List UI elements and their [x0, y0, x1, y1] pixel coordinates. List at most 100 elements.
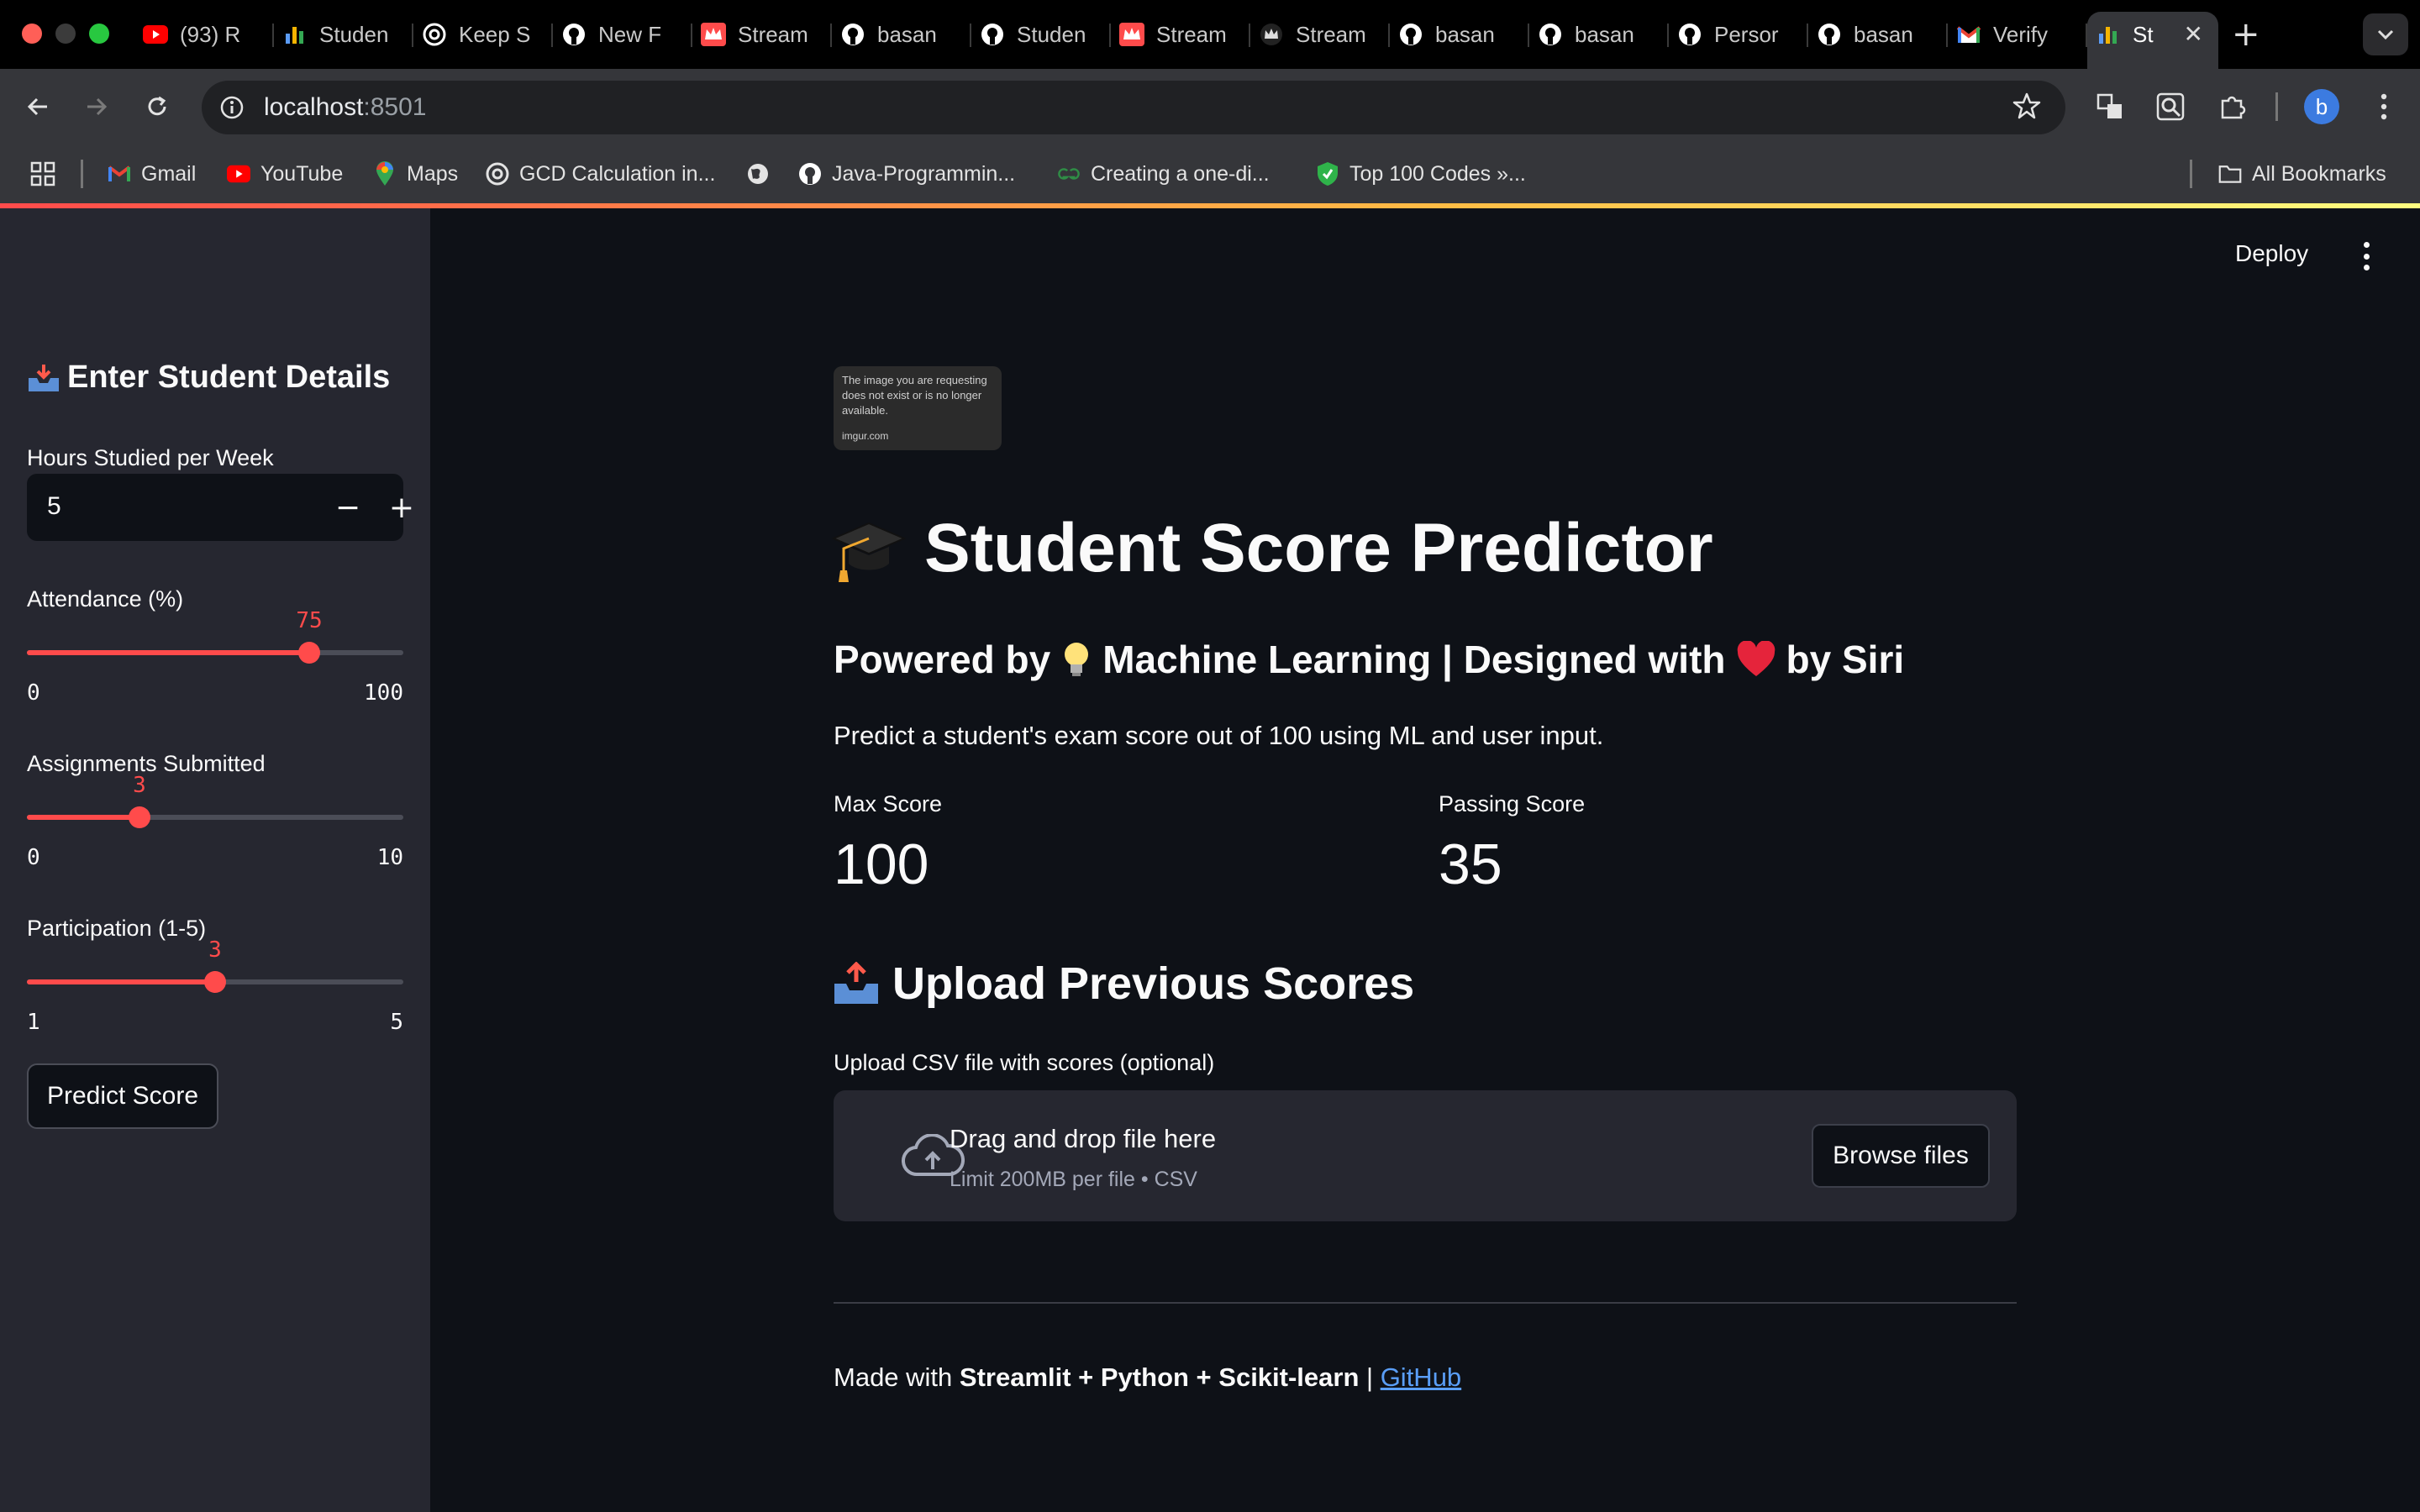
browser-tab[interactable]: Studen [274, 12, 413, 57]
browser-tab[interactable]: basan [1529, 12, 1669, 57]
assignments-slider[interactable]: 3 0 10 [27, 773, 403, 870]
bookmark-globe[interactable] [746, 160, 780, 188]
hours-number-input[interactable]: 5 − + [27, 474, 414, 541]
attendance-slider[interactable]: 75 0 100 [27, 608, 403, 706]
youtube-icon [227, 162, 250, 186]
bookmark-gcd[interactable]: GCD Calculation in... [486, 160, 715, 188]
window-minimize-button[interactable] [55, 24, 76, 44]
participation-slider[interactable]: 3 1 5 [27, 937, 403, 1035]
bookmark-label: Java-Programmin... [832, 161, 1016, 186]
dropzone-title: Drag and drop file here [950, 1124, 1217, 1153]
github-icon [798, 162, 822, 186]
shield-icon [1316, 162, 1339, 186]
tab-title: (93) R [180, 21, 241, 47]
lens-extension-icon[interactable] [2151, 87, 2190, 126]
extensions-puzzle-icon[interactable] [2213, 87, 2252, 126]
browser-tab[interactable]: Stream [1250, 12, 1390, 57]
tab-title: basan [1435, 21, 1495, 47]
browser-tab[interactable]: Verify [1948, 12, 2087, 57]
bookmark-star-icon[interactable] [2012, 91, 2042, 125]
bookmark-java[interactable]: Java-Programmin... [798, 160, 1015, 188]
github-icon [1817, 22, 1842, 47]
new-tab-button[interactable]: + [2232, 15, 2260, 54]
outbox-tray-icon [832, 961, 881, 1005]
github-icon [561, 22, 587, 47]
file-dropzone[interactable]: Drag and drop file here Limit 200MB per … [834, 1090, 2017, 1221]
metric-label-max: Max Score [834, 791, 943, 816]
browser-tab[interactable]: basan [1808, 12, 1948, 57]
browser-tab[interactable]: Persor [1669, 12, 1808, 57]
broken-image-placeholder: The image you are requesting does not ex… [834, 366, 1002, 450]
sidebar-title: Enter Student Details [27, 360, 390, 396]
browser-tab-active[interactable]: St ✕ [2087, 12, 2218, 69]
metric-value-passing: 35 [1439, 832, 1502, 896]
bookmark-gmail[interactable]: Gmail [108, 160, 196, 188]
bookmark-label: Gmail [141, 161, 197, 186]
slider-thumb[interactable] [204, 971, 226, 993]
decrement-button[interactable]: − [326, 486, 370, 529]
streamlit-chart-icon [282, 22, 308, 47]
tab-title: Studen [319, 21, 389, 47]
reload-button[interactable] [138, 87, 176, 126]
subtitle-part-3: by Siri [1786, 638, 1905, 681]
back-button[interactable] [18, 87, 57, 126]
hours-value[interactable]: 5 [47, 492, 61, 521]
url-text[interactable]: localhost:8501 [264, 93, 426, 122]
browser-tab[interactable]: New F [553, 12, 692, 57]
browse-files-button[interactable]: Browse files [1812, 1124, 1990, 1188]
streamlit-crown-dark-icon [1259, 22, 1284, 47]
predict-score-button[interactable]: Predict Score [27, 1063, 218, 1129]
all-bookmarks-button[interactable]: All Bookmarks [2218, 160, 2386, 188]
sidebar-title-text: Enter Student Details [67, 360, 391, 395]
slider-max: 5 [390, 1010, 403, 1035]
browser-tab[interactable]: (93) R [134, 12, 274, 57]
deploy-button[interactable]: Deploy [2235, 240, 2308, 267]
github-link[interactable]: GitHub [1381, 1362, 1461, 1392]
window-close-button[interactable] [22, 24, 42, 44]
broken-image-text: The image you are requesting does not ex… [842, 374, 987, 417]
page-subtitle: Powered by Machine Learning | Designed w… [834, 637, 1904, 682]
toolbar-separator [2275, 92, 2278, 121]
slider-min: 0 [27, 845, 40, 870]
tab-title: Keep S [459, 21, 531, 47]
section-divider [834, 1302, 2017, 1304]
slider-thumb[interactable] [129, 806, 150, 828]
slider-thumb[interactable] [298, 642, 320, 664]
globe-icon [746, 162, 770, 186]
footer-prefix: Made with [834, 1362, 960, 1392]
folder-icon [2218, 162, 2242, 186]
heart-icon [1736, 640, 1776, 678]
slider-max: 100 [364, 680, 403, 706]
window-maximize-button[interactable] [89, 24, 109, 44]
browser-tab[interactable]: Stream [1111, 12, 1250, 57]
forward-button[interactable] [77, 87, 116, 126]
bookmark-label: GCD Calculation in... [519, 161, 716, 186]
streamlit-crown-icon [701, 22, 726, 47]
browser-tab[interactable]: Studen [971, 12, 1111, 57]
bookmark-maps[interactable]: Maps [373, 160, 458, 188]
metric-value-max: 100 [834, 832, 929, 896]
hours-label: Hours Studied per Week [27, 445, 274, 470]
bookmark-youtube[interactable]: YouTube [227, 160, 343, 188]
bookmark-top100[interactable]: Top 100 Codes »... [1316, 160, 1526, 188]
bookmark-gfg[interactable]: Creating a one-di... [1057, 160, 1270, 188]
browser-menu-icon[interactable] [2365, 87, 2403, 126]
translate-extension-icon[interactable] [2091, 87, 2129, 126]
apps-grid-icon[interactable] [30, 160, 55, 188]
tab-close-icon[interactable]: ✕ [2184, 20, 2203, 48]
browser-tab[interactable]: Stream [692, 12, 832, 57]
increment-button[interactable]: + [380, 486, 424, 529]
tab-search-button[interactable] [2363, 13, 2408, 55]
bookmarks-separator [2190, 160, 2192, 188]
browser-tab[interactable]: basan [1390, 12, 1529, 57]
geeksforgeeks-icon [1057, 162, 1081, 186]
bookmark-label: Top 100 Codes »... [1349, 161, 1526, 186]
address-bar[interactable]: localhost:8501 [202, 81, 2065, 134]
browser-tab[interactable]: basan [832, 12, 971, 57]
tab-title: basan [877, 21, 937, 47]
site-info-icon[interactable] [212, 87, 252, 128]
streamlit-chart-icon [2096, 22, 2121, 47]
profile-avatar[interactable]: b [2304, 89, 2339, 124]
browser-tab[interactable]: Keep S [413, 12, 553, 57]
main-menu-icon[interactable] [2358, 242, 2375, 270]
